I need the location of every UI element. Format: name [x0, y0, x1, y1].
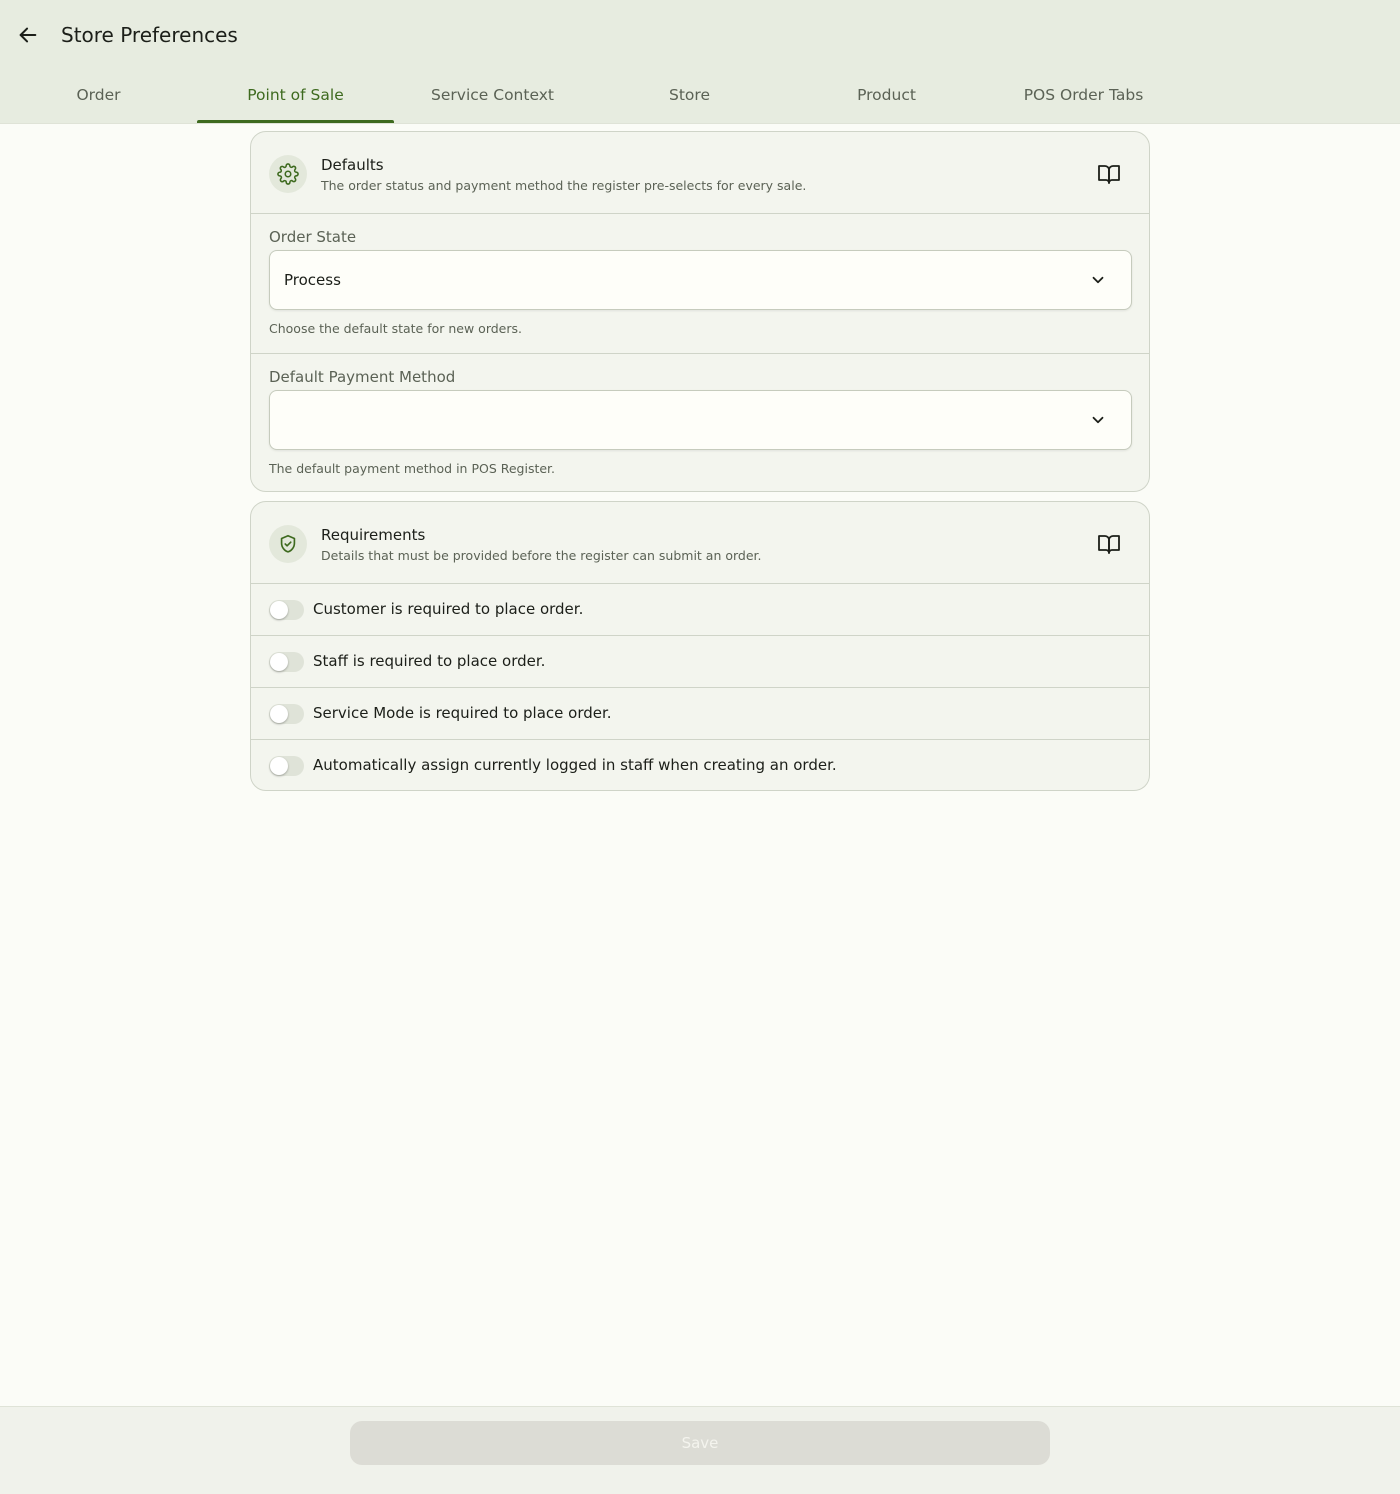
- back-button[interactable]: [10, 17, 46, 53]
- bottom-action-bar: Save: [0, 1406, 1400, 1494]
- tab-bar: Order Point of Sale Service Context Stor…: [0, 72, 1182, 123]
- toggle-knob: [270, 653, 288, 671]
- service-mode-required-row: Service Mode is required to place order.: [251, 688, 1149, 740]
- requirements-card-header: Requirements Details that must be provid…: [251, 502, 1149, 584]
- tab-order[interactable]: Order: [0, 72, 197, 123]
- order-state-value: Process: [284, 271, 341, 289]
- requirements-card-title: Requirements: [321, 526, 426, 544]
- tab-label: Store: [669, 86, 710, 104]
- shield-check-icon: [280, 534, 296, 553]
- payment-method-select[interactable]: [269, 390, 1132, 450]
- defaults-card-subtitle: The order status and payment method the …: [321, 178, 807, 193]
- tab-product[interactable]: Product: [788, 72, 985, 123]
- shield-icon-badge: [269, 525, 307, 563]
- save-button[interactable]: Save: [350, 1421, 1050, 1465]
- order-state-help: Choose the default state for new orders.: [269, 321, 522, 336]
- chevron-down-icon: [1092, 416, 1104, 424]
- book-open-icon: [1098, 165, 1120, 184]
- page-title: Store Preferences: [61, 23, 238, 47]
- defaults-card-header: Defaults The order status and payment me…: [251, 132, 1149, 214]
- requirements-card: Requirements Details that must be provid…: [250, 501, 1150, 791]
- gear-icon-badge: [269, 155, 307, 193]
- service-mode-required-label: Service Mode is required to place order.: [313, 704, 612, 722]
- auto-assign-staff-row: Automatically assign currently logged in…: [251, 740, 1149, 790]
- tab-label: Product: [857, 86, 916, 104]
- tab-store[interactable]: Store: [591, 72, 788, 123]
- toggle-knob: [270, 705, 288, 723]
- payment-method-section: Default Payment Method The default payme…: [251, 353, 1149, 491]
- tab-service-context[interactable]: Service Context: [394, 72, 591, 123]
- tab-label: POS Order Tabs: [1023, 86, 1144, 104]
- order-state-section: Order State Process Choose the default s…: [251, 214, 1149, 353]
- tab-label: Service Context: [431, 86, 554, 104]
- tab-point-of-sale[interactable]: Point of Sale: [197, 72, 394, 123]
- order-state-label: Order State: [269, 228, 357, 246]
- staff-required-label: Staff is required to place order.: [313, 652, 546, 670]
- requirements-card-subtitle: Details that must be provided before the…: [321, 548, 762, 563]
- arrow-left-icon: [19, 27, 37, 43]
- book-open-icon: [1098, 535, 1120, 554]
- defaults-card: Defaults The order status and payment me…: [250, 131, 1150, 492]
- defaults-card-title: Defaults: [321, 156, 384, 174]
- service-mode-required-toggle[interactable]: [269, 704, 304, 724]
- order-state-select[interactable]: Process: [269, 250, 1132, 310]
- tab-pos-order-tabs[interactable]: POS Order Tabs: [985, 72, 1182, 123]
- chevron-down-icon: [1092, 276, 1104, 284]
- payment-method-help: The default payment method in POS Regist…: [269, 461, 556, 476]
- staff-required-toggle[interactable]: [269, 652, 304, 672]
- payment-method-label: Default Payment Method: [269, 368, 456, 386]
- gear-icon: [277, 163, 299, 185]
- tab-label: Point of Sale: [247, 86, 344, 104]
- tab-label: Order: [76, 86, 121, 104]
- auto-assign-staff-label: Automatically assign currently logged in…: [313, 756, 837, 774]
- toggle-knob: [270, 601, 288, 619]
- staff-required-row: Staff is required to place order.: [251, 636, 1149, 688]
- customer-required-row: Customer is required to place order.: [251, 584, 1149, 636]
- app-bar: Store Preferences Order Point of Sale Se…: [0, 0, 1400, 124]
- documentation-button[interactable]: [1097, 162, 1121, 186]
- customer-required-toggle[interactable]: [269, 600, 304, 620]
- documentation-button[interactable]: [1097, 532, 1121, 556]
- toggle-knob: [270, 757, 288, 775]
- customer-required-label: Customer is required to place order.: [313, 600, 584, 618]
- auto-assign-staff-toggle[interactable]: [269, 756, 304, 776]
